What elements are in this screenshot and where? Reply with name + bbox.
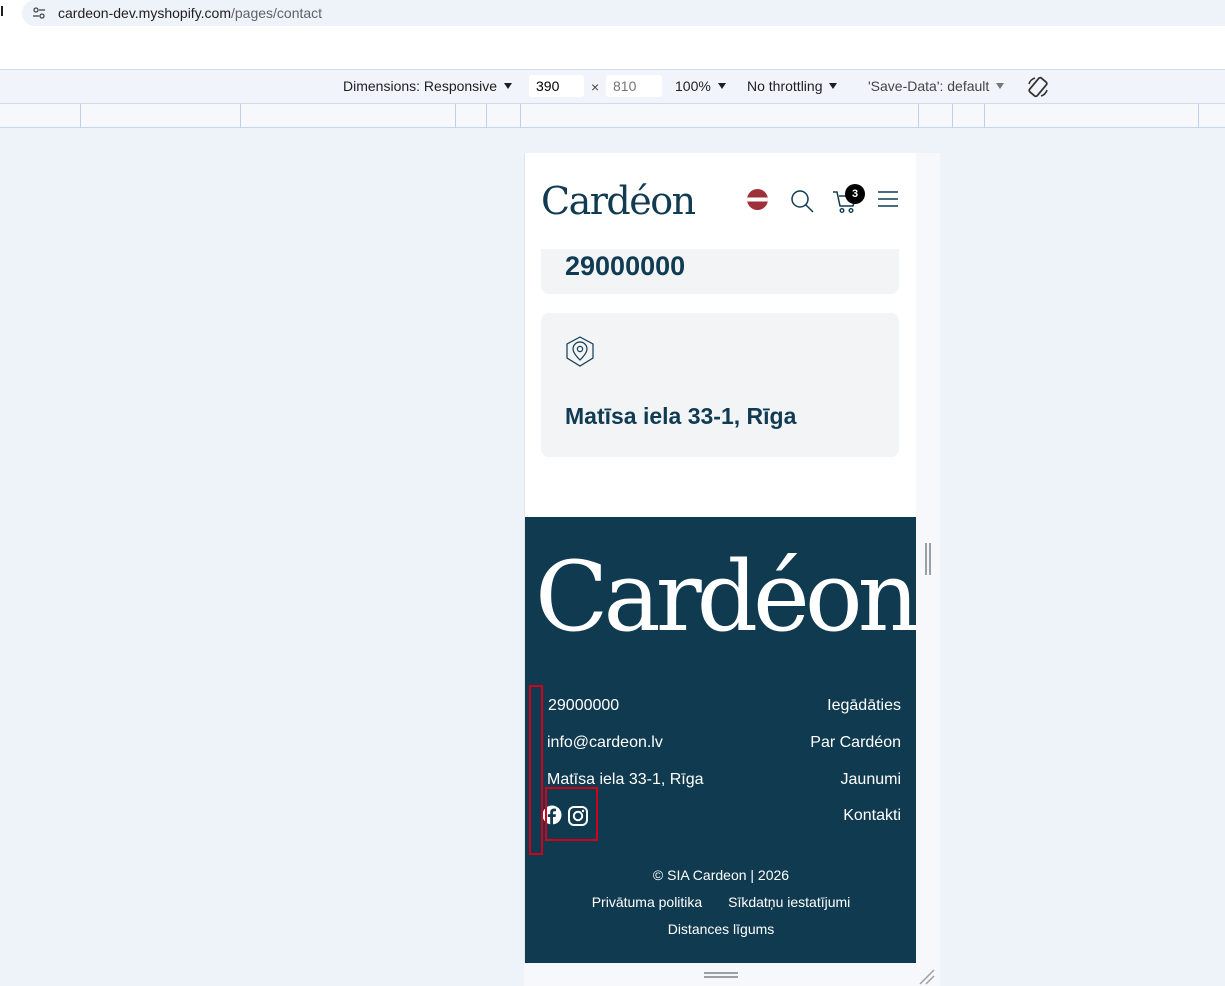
device-toolbar: Dimensions: Responsive × 100% No throttl… <box>0 70 1225 104</box>
chevron-down-icon <box>504 83 513 89</box>
ruler-tick <box>520 104 521 128</box>
highlight-box <box>545 787 598 841</box>
bottom-resize-handle[interactable] <box>704 972 738 978</box>
ruler-tick <box>984 104 985 128</box>
footer-nav-news[interactable]: Jaunumi <box>841 771 901 789</box>
times-sign: × <box>591 79 600 95</box>
ruler-tick <box>486 104 487 128</box>
cart-count-badge: 3 <box>845 184 865 204</box>
copyright-text: © SIA Cardeon | 2026 <box>652 867 790 883</box>
chevron-down-icon <box>829 83 838 89</box>
phone-value[interactable]: 29000000 <box>565 251 685 282</box>
legal-links-row-2: Distances līgums <box>525 921 916 937</box>
url-text: cardeon-dev.myshopify.com/pages/contact <box>58 5 322 21</box>
address-value: Matīsa iela 33-1, Rīga <box>565 403 797 429</box>
right-resize-handle[interactable] <box>925 543 931 575</box>
location-pin-icon <box>563 335 597 369</box>
height-input[interactable] <box>606 75 662 97</box>
throttling-label: No throttling <box>747 78 823 94</box>
ruler-tick <box>952 104 953 128</box>
url-host: cardeon-dev.myshopify.com <box>58 5 231 21</box>
zoom-dropdown[interactable]: 100% <box>675 78 726 94</box>
zoom-label: 100% <box>675 78 711 94</box>
ruler-tick <box>240 104 241 128</box>
browser-url-row: cardeon-dev.myshopify.com/pages/contact <box>0 0 1225 28</box>
hamburger-menu-icon[interactable] <box>878 191 898 207</box>
address-contact-card: Matīsa iela 33-1, Rīga <box>541 313 899 457</box>
footer-phone-link[interactable]: 29000000 <box>548 697 619 715</box>
latvia-flag-icon[interactable] <box>747 189 768 210</box>
address-bar[interactable]: cardeon-dev.myshopify.com/pages/contact <box>22 0 1225 26</box>
media-query-ruler[interactable] <box>0 104 1225 128</box>
distance-contract-link[interactable]: Distances līgums <box>668 921 775 937</box>
save-data-dropdown[interactable]: 'Save-Data': default <box>868 78 1005 94</box>
footer-logo[interactable]: Cardéon <box>535 544 916 651</box>
corner-resize-icon[interactable] <box>918 968 936 986</box>
footer-email-link[interactable]: info@cardeon.lv <box>547 734 663 752</box>
legal-links-row: Privātuma politika Sīkdatņu iestatījumi <box>525 894 916 910</box>
site-footer: Cardéon 29000000 info@cardeon.lv Matīsa … <box>525 517 916 964</box>
ruler-tick <box>455 104 456 128</box>
url-path: /pages/contact <box>231 5 323 21</box>
footer-nav-shop[interactable]: Iegādāties <box>827 697 901 715</box>
ruler-tick <box>918 104 919 128</box>
width-input[interactable] <box>529 75 584 97</box>
save-data-label: 'Save-Data': default <box>868 78 990 94</box>
chevron-down-icon <box>996 83 1005 89</box>
tab-edge-mark <box>1 6 3 16</box>
footer-nav-contacts[interactable]: Kontakti <box>843 807 901 825</box>
ruler-tick <box>80 104 81 128</box>
dimensions-dropdown[interactable]: Dimensions: Responsive <box>343 78 513 94</box>
highlight-box <box>529 685 543 855</box>
search-icon[interactable] <box>790 189 814 213</box>
chevron-down-icon <box>717 83 726 89</box>
privacy-policy-link[interactable]: Privātuma politika <box>592 894 703 910</box>
site-info-icon[interactable] <box>30 4 48 22</box>
browser-toolbar-band <box>0 28 1225 70</box>
device-viewport: Cardéon 3 29000000 Matīsa iela 33-1, Rīg… <box>524 153 916 986</box>
rotate-icon[interactable] <box>1026 75 1050 102</box>
footer-nav-about[interactable]: Par Cardéon <box>810 734 901 752</box>
site-logo[interactable]: Cardéon <box>541 179 696 223</box>
dimensions-label: Dimensions: Responsive <box>343 78 498 94</box>
throttling-dropdown[interactable]: No throttling <box>747 78 838 94</box>
cookie-settings-link[interactable]: Sīkdatņu iestatījumi <box>728 894 850 910</box>
ruler-tick <box>1198 104 1199 128</box>
site-header: Cardéon 3 <box>525 153 916 249</box>
